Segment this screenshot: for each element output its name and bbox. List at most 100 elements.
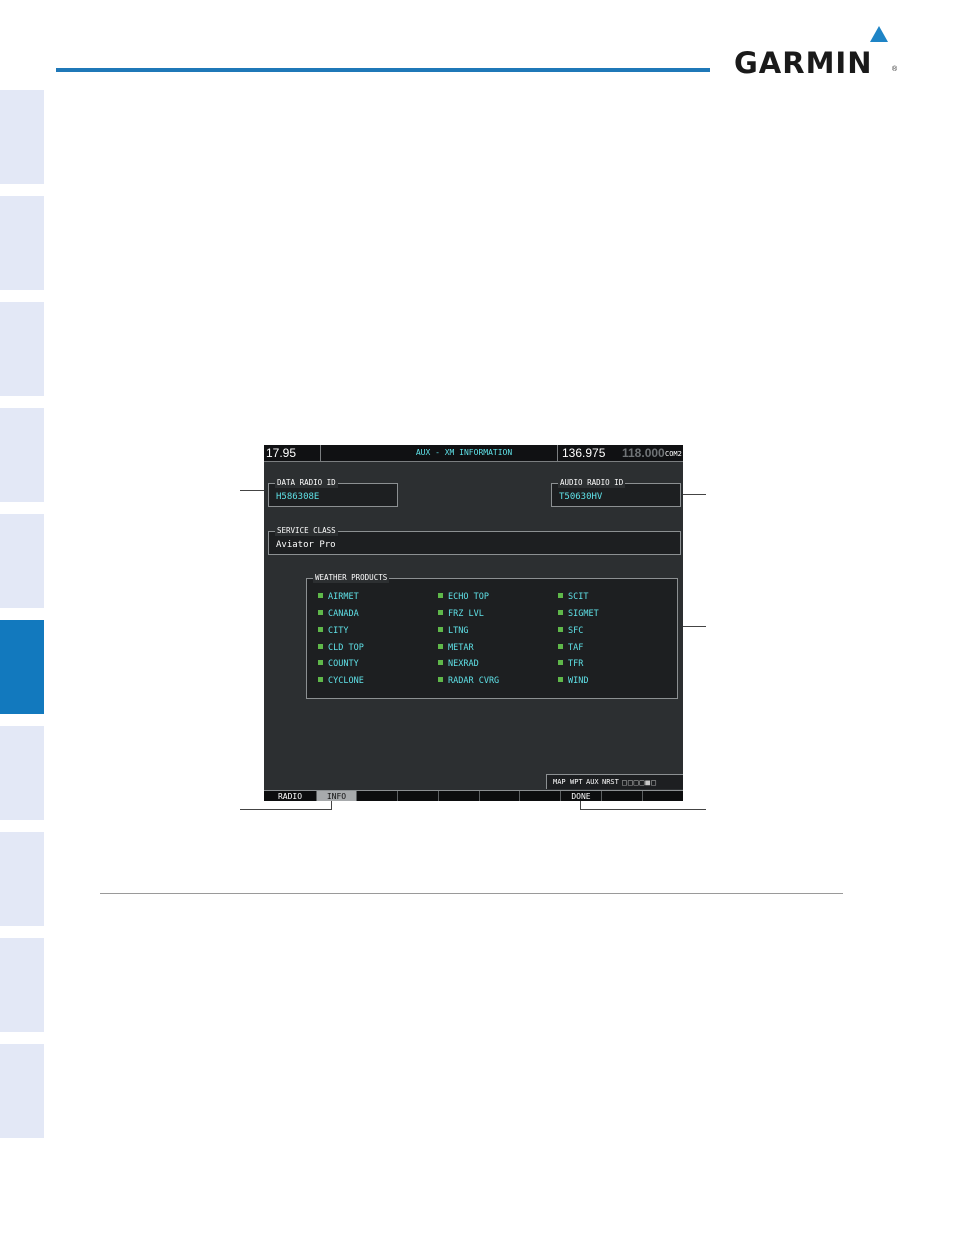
data-radio-id-label: DATA RADIO ID xyxy=(275,478,338,488)
weather-product-sigmet: SIGMET xyxy=(558,609,599,619)
page-group-map: MAP xyxy=(553,778,566,786)
enabled-indicator-icon xyxy=(318,660,323,665)
weather-product-nexrad: NEXRAD xyxy=(438,659,479,669)
softkey-3[interactable] xyxy=(357,791,398,801)
registered-mark: ® xyxy=(892,66,898,73)
enabled-indicator-icon xyxy=(558,627,563,632)
softkey-9[interactable] xyxy=(602,791,643,801)
softkey-radio[interactable]: RADIO xyxy=(264,791,317,801)
audio-radio-id-box: AUDIO RADIO ID T50630HV xyxy=(551,478,681,507)
softkey-4[interactable] xyxy=(398,791,439,801)
weather-product-frz-lvl: FRZ LVL xyxy=(438,609,484,619)
product-name: WIND xyxy=(568,676,589,686)
softkey-6[interactable] xyxy=(480,791,520,801)
product-name: SIGMET xyxy=(568,609,599,619)
com-standby-frequency: 118.000 xyxy=(622,446,665,460)
product-name: ECHO TOP xyxy=(448,592,489,602)
enabled-indicator-icon xyxy=(318,677,323,682)
side-tab-2[interactable] xyxy=(0,196,44,290)
weather-product-ltng: LTNG xyxy=(438,626,468,636)
product-name: CLD TOP xyxy=(328,643,364,653)
enabled-indicator-icon xyxy=(558,593,563,598)
weather-product-scit: SCIT xyxy=(558,592,588,602)
service-class-box: SERVICE CLASS Aviator Pro xyxy=(268,526,681,555)
weather-products-label: WEATHER PRODUCTS xyxy=(313,573,390,583)
softkey-10[interactable] xyxy=(643,791,682,801)
side-tab-10[interactable] xyxy=(0,1044,44,1138)
weather-products-box: WEATHER PRODUCTS AIRMET CANADA CITY CLD … xyxy=(306,573,678,699)
garmin-logo: GARMIN ® xyxy=(734,26,900,80)
softkey-bar: RADIO INFO DONE xyxy=(264,790,683,801)
product-name: FRZ LVL xyxy=(448,609,484,619)
enabled-indicator-icon xyxy=(438,677,443,682)
service-class-value: Aviator Pro xyxy=(276,540,336,550)
callout-line-done xyxy=(580,809,706,810)
enabled-indicator-icon xyxy=(558,644,563,649)
product-name: NEXRAD xyxy=(448,659,479,669)
weather-product-sfc: SFC xyxy=(558,626,583,636)
status-separator xyxy=(557,445,558,461)
top-bar-divider xyxy=(264,461,683,462)
weather-product-metar: METAR xyxy=(438,643,474,653)
weather-product-canada: CANADA xyxy=(318,609,359,619)
enabled-indicator-icon xyxy=(558,677,563,682)
product-name: METAR xyxy=(448,643,474,653)
side-tab-6[interactable] xyxy=(0,620,44,714)
weather-product-city: CITY xyxy=(318,626,348,636)
product-name: AIRMET xyxy=(328,592,359,602)
weather-product-county: COUNTY xyxy=(318,659,359,669)
softkey-info[interactable]: INFO xyxy=(317,791,357,801)
product-name: TFR xyxy=(568,659,584,669)
side-tab-9[interactable] xyxy=(0,938,44,1032)
product-name: LTNG xyxy=(448,626,469,636)
enabled-indicator-icon xyxy=(558,610,563,615)
product-name: SFC xyxy=(568,626,584,636)
weather-product-radar-cvrg: RADAR CVRG xyxy=(438,676,499,686)
side-tab-1[interactable] xyxy=(0,90,44,184)
page-group-wpt: WPT xyxy=(570,778,583,786)
enabled-indicator-icon xyxy=(318,627,323,632)
page-group-aux: AUX xyxy=(586,778,599,786)
enabled-indicator-icon xyxy=(438,627,443,632)
side-tab-8[interactable] xyxy=(0,832,44,926)
callout-line-info-vert xyxy=(331,800,332,810)
softkey-5[interactable] xyxy=(439,791,480,801)
page-group-nrst: NRST xyxy=(602,778,619,786)
softkey-7[interactable] xyxy=(520,791,561,801)
audio-radio-id-label: AUDIO RADIO ID xyxy=(558,478,626,488)
weather-product-echo-top: ECHO TOP xyxy=(438,592,489,602)
com-label: COM2 xyxy=(665,450,682,458)
enabled-indicator-icon xyxy=(558,660,563,665)
side-tab-5[interactable] xyxy=(0,514,44,608)
product-name: COUNTY xyxy=(328,659,359,669)
product-name: SCIT xyxy=(568,592,589,602)
enabled-indicator-icon xyxy=(438,593,443,598)
product-name: RADAR CVRG xyxy=(448,676,500,686)
enabled-indicator-icon xyxy=(438,610,443,615)
logo-triangle-icon xyxy=(870,26,888,42)
enabled-indicator-icon xyxy=(318,644,323,649)
mfd-display: 17.95 AUX - XM INFORMATION 136.975 118.0… xyxy=(264,445,683,801)
weather-product-airmet: AIRMET xyxy=(318,592,359,602)
audio-radio-id-value: T50630HV xyxy=(559,492,603,502)
weather-product-taf: TAF xyxy=(558,643,583,653)
weather-product-wind: WIND xyxy=(558,676,588,686)
product-name: TAF xyxy=(568,643,584,653)
side-tab-4[interactable] xyxy=(0,408,44,502)
callout-line-done-vert xyxy=(580,800,581,810)
data-radio-id-value: H586308E xyxy=(276,492,320,502)
enabled-indicator-icon xyxy=(318,593,323,598)
enabled-indicator-icon xyxy=(438,644,443,649)
enabled-indicator-icon xyxy=(318,610,323,615)
logo-wordmark: GARMIN xyxy=(734,46,873,80)
side-tab-7[interactable] xyxy=(0,726,44,820)
header-rule xyxy=(56,68,710,72)
top-status-bar: 17.95 AUX - XM INFORMATION 136.975 118.0… xyxy=(264,445,683,461)
product-name: CANADA xyxy=(328,609,359,619)
weather-product-cyclone: CYCLONE xyxy=(318,676,364,686)
data-radio-id-box: DATA RADIO ID H586308E xyxy=(268,478,398,507)
side-tab-3[interactable] xyxy=(0,302,44,396)
softkey-done[interactable]: DONE xyxy=(561,791,602,801)
enabled-indicator-icon xyxy=(438,660,443,665)
callout-line-info xyxy=(240,809,331,810)
